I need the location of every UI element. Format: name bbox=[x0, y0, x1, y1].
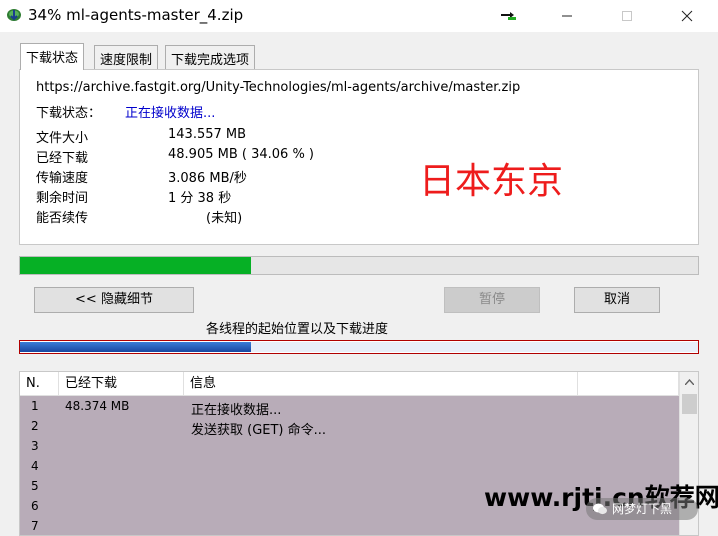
remaining-value: 1 分 38 秒 bbox=[168, 191, 232, 206]
row-number: 1 bbox=[31, 399, 39, 413]
column-header-downloaded[interactable]: 已经下载 bbox=[59, 372, 184, 396]
row-number: 7 bbox=[31, 519, 39, 533]
download-app-icon bbox=[7, 9, 21, 21]
column-header-info[interactable]: 信息 bbox=[184, 372, 578, 396]
row-info: 正在接收数据... bbox=[191, 403, 282, 418]
overlay-location-text: 日本东京 bbox=[419, 161, 564, 202]
thread-progress-remaining bbox=[250, 342, 698, 352]
row-info: 发送获取 (GET) 命令... bbox=[191, 423, 327, 438]
row-number: 3 bbox=[31, 439, 39, 453]
close-button[interactable] bbox=[664, 0, 710, 32]
tab-speed-limit[interactable]: 速度限制 bbox=[94, 45, 159, 69]
table-row[interactable]: 1 48.374 MB 正在接收数据... bbox=[20, 397, 679, 418]
status-value: 正在接收数据... bbox=[125, 106, 216, 121]
table-row[interactable]: 2 发送获取 (GET) 命令... bbox=[20, 417, 679, 438]
table-row[interactable]: 7 bbox=[20, 517, 679, 535]
arrow-icon bbox=[501, 12, 516, 20]
thread-progress-fill bbox=[20, 342, 251, 352]
downloaded-label: 已经下载 bbox=[36, 151, 89, 166]
speed-value: 3.086 MB/秒 bbox=[168, 171, 247, 186]
downloaded-value: 48.905 MB ( 34.06 % ) bbox=[168, 147, 314, 162]
tab-completion-options[interactable]: 下载完成选项 bbox=[165, 45, 256, 69]
pause-button[interactable]: 暂停 bbox=[444, 287, 540, 313]
thread-progress-bar bbox=[19, 340, 699, 354]
column-header-number[interactable]: N. bbox=[20, 372, 59, 396]
download-url: https://archive.fastgit.org/Unity-Techno… bbox=[36, 80, 521, 95]
row-number: 4 bbox=[31, 459, 39, 473]
download-progress-fill bbox=[20, 257, 251, 274]
column-header-blank bbox=[578, 372, 679, 396]
scroll-up-button[interactable] bbox=[680, 372, 698, 391]
table-row[interactable]: 4 bbox=[20, 457, 679, 477]
window-title: 34% ml-agents-master_4.zip bbox=[28, 6, 244, 24]
row-downloaded: 48.374 MB bbox=[65, 399, 130, 413]
speed-label: 传输速度 bbox=[36, 171, 89, 186]
maximize-button[interactable] bbox=[604, 0, 650, 32]
file-size-value: 143.557 MB bbox=[168, 127, 247, 142]
scroll-thumb[interactable] bbox=[682, 394, 697, 414]
minimize-icon bbox=[562, 15, 572, 17]
close-icon bbox=[681, 10, 693, 22]
file-size-label: 文件大小 bbox=[36, 131, 89, 146]
chevron-up-icon bbox=[685, 378, 694, 385]
status-panel: https://archive.fastgit.org/Unity-Techno… bbox=[19, 69, 699, 245]
tab-download-status[interactable]: 下载状态 bbox=[20, 43, 85, 70]
resume-value: (未知) bbox=[206, 211, 243, 226]
status-label: 下载状态： bbox=[36, 106, 102, 121]
remaining-label: 剩余时间 bbox=[36, 191, 89, 206]
cancel-button[interactable]: 取消 bbox=[574, 287, 660, 313]
thread-progress-caption: 各线程的起始位置以及下载进度 bbox=[206, 322, 389, 337]
row-number: 5 bbox=[31, 479, 39, 493]
maximize-icon bbox=[622, 11, 632, 21]
wechat-icon bbox=[593, 503, 607, 515]
thread-list-header: N. 已经下载 信息 bbox=[20, 372, 679, 396]
row-number: 2 bbox=[31, 419, 39, 433]
resume-label: 能否续传 bbox=[36, 211, 89, 226]
table-row[interactable]: 3 bbox=[20, 437, 679, 457]
hide-details-button[interactable]: << 隐藏细节 bbox=[34, 287, 194, 313]
minimize-button[interactable] bbox=[544, 0, 590, 32]
download-progress-bar bbox=[19, 256, 699, 275]
title-bar: 34% ml-agents-master_4.zip bbox=[0, 0, 718, 32]
row-number: 6 bbox=[31, 499, 39, 513]
watermark-badge-text: 网梦灯下黑 bbox=[612, 502, 673, 516]
